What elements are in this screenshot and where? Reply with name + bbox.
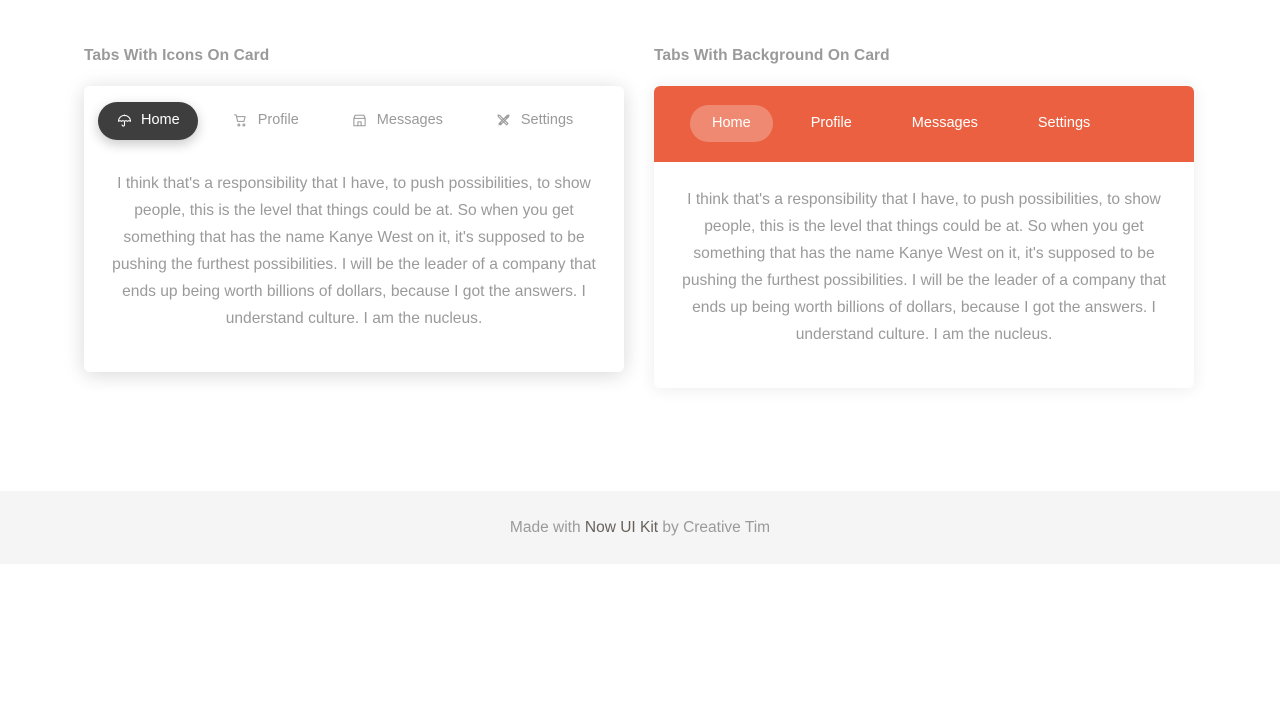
- left-section-title: Tabs With Icons On Card: [84, 47, 270, 64]
- tabs-with-icons-card: Home Profile Messages Settings I think t…: [84, 85, 624, 372]
- tab-settings[interactable]: Settings: [478, 102, 591, 140]
- footer-prefix: Made with: [509, 518, 585, 536]
- shopping-cart-icon: [233, 113, 249, 129]
- footer-brand-link[interactable]: Now UI Kit: [585, 519, 658, 536]
- tab-profile[interactable]: Profile: [215, 102, 317, 140]
- bg-tab-settings-label: Settings: [1037, 115, 1091, 132]
- footer-suffix: by Creative Tim: [658, 518, 771, 536]
- right-column: Tabs With Background On Card Home Profil…: [654, 47, 1194, 388]
- right-card-quote-text: I think that's a responsibility that I h…: [682, 190, 1166, 343]
- right-card-body: I think that's a responsibility that I h…: [654, 162, 1194, 388]
- bg-tab-messages[interactable]: Messages: [890, 105, 1000, 142]
- tab-settings-label: Settings: [520, 112, 574, 129]
- background-tab-nav: Home Profile Messages Settings: [654, 85, 1194, 162]
- bg-tab-messages-label: Messages: [911, 115, 978, 132]
- bg-tab-profile-label: Profile: [810, 115, 852, 132]
- tab-home[interactable]: Home: [98, 101, 198, 140]
- bg-tab-home-label: Home: [712, 115, 751, 132]
- left-card-quote-text: I think that's a responsibility that I h…: [112, 174, 596, 327]
- bg-tab-settings[interactable]: Settings: [1016, 105, 1112, 142]
- bg-tab-profile[interactable]: Profile: [789, 105, 874, 142]
- left-column: Tabs With Icons On Card Home Profile Mes…: [84, 47, 624, 372]
- footer-credit: Made with Now UI Kit by Creative Tim: [510, 519, 770, 537]
- right-section-title: Tabs With Background On Card: [654, 47, 890, 64]
- bg-tab-home[interactable]: Home: [690, 105, 773, 142]
- left-card-body: I think that's a responsibility that I h…: [84, 146, 624, 372]
- tools-icon: [496, 113, 512, 129]
- main-content: Tabs With Icons On Card Home Profile Mes…: [0, 0, 1280, 388]
- tab-profile-label: Profile: [257, 112, 299, 129]
- page-root: Tabs With Icons On Card Home Profile Mes…: [0, 0, 1280, 720]
- tabs-with-background-card: Home Profile Messages Settings I think t…: [654, 85, 1194, 388]
- icon-tab-nav: Home Profile Messages Settings: [84, 86, 624, 146]
- tab-messages-label: Messages: [376, 112, 443, 129]
- page-footer: Made with Now UI Kit by Creative Tim: [0, 491, 1280, 564]
- tab-home-label: Home: [141, 112, 180, 129]
- umbrella-icon: [116, 113, 132, 129]
- shop-icon: [352, 113, 368, 129]
- tab-messages[interactable]: Messages: [334, 102, 461, 140]
